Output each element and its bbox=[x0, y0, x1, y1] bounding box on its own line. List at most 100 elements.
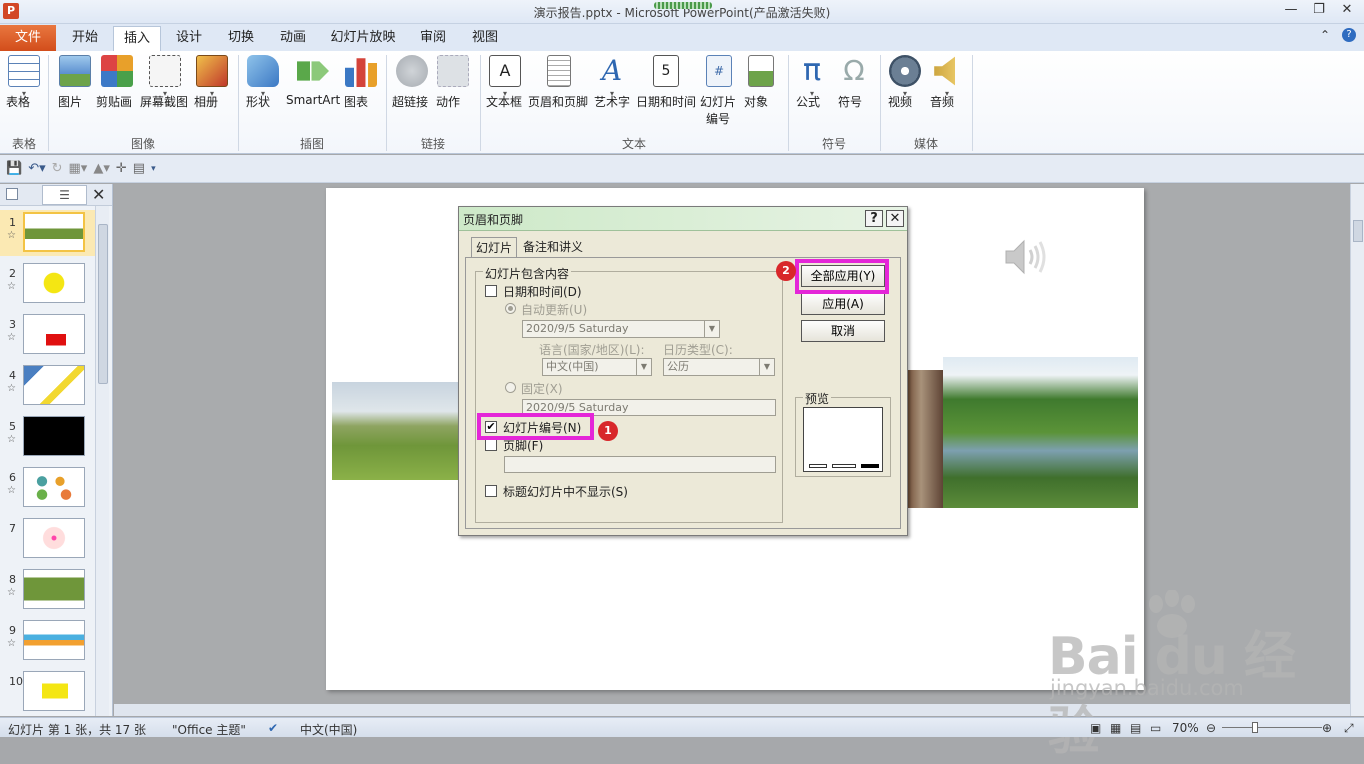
tab-transitions[interactable]: 切换 bbox=[220, 26, 262, 51]
redo-icon[interactable]: ↻ bbox=[52, 161, 63, 176]
date-time-button[interactable]: 5 日期和时间 bbox=[636, 55, 696, 109]
slide-count: 幻灯片 第 1 张，共 17 张 bbox=[8, 723, 146, 737]
apply-button[interactable]: 应用(A) bbox=[801, 293, 885, 315]
outline-tab-icon[interactable]: ☰ bbox=[42, 185, 87, 205]
crop-icon[interactable]: ✛ bbox=[116, 161, 127, 176]
slides-tab-icon[interactable] bbox=[6, 188, 18, 200]
zoom-out-icon[interactable]: ⊖ bbox=[1206, 721, 1216, 735]
minimize-icon[interactable]: — bbox=[1282, 2, 1300, 17]
photo-album-button[interactable]: 相册 ▾ bbox=[194, 55, 230, 109]
close-panel-icon[interactable]: ✕ bbox=[92, 185, 105, 204]
tab-home[interactable]: 开始 bbox=[63, 26, 107, 51]
close-dialog-icon[interactable]: ✕ bbox=[886, 210, 904, 227]
tab-insert[interactable]: 插入 bbox=[113, 26, 161, 51]
close-window-icon[interactable]: ✕ bbox=[1338, 2, 1356, 17]
include-on-slide-label: 幻灯片包含内容 bbox=[483, 265, 572, 282]
picture-icon bbox=[59, 55, 91, 87]
building-photo[interactable] bbox=[906, 370, 944, 508]
table-button[interactable]: 表格 ▾ bbox=[6, 55, 42, 109]
language-status[interactable]: 中文(中国) bbox=[300, 721, 357, 738]
undo-icon[interactable]: ↶▾ bbox=[28, 161, 45, 176]
slide-thumbnail[interactable]: 7 bbox=[0, 516, 95, 562]
format-icon[interactable]: ▦▾ bbox=[69, 161, 88, 176]
tab-view[interactable]: 视图 bbox=[464, 26, 506, 51]
action-button[interactable]: 动作 bbox=[436, 55, 470, 109]
hyperlink-button[interactable]: 超链接 bbox=[392, 55, 432, 109]
clipart-button[interactable]: 剪贴画 bbox=[96, 55, 138, 109]
align-icon[interactable]: ▲▾ bbox=[93, 161, 110, 176]
wordart-button[interactable]: A 艺术字 ▾ bbox=[594, 55, 630, 110]
tab-file[interactable]: 文件 bbox=[0, 25, 56, 51]
tab-design[interactable]: 设计 bbox=[168, 26, 210, 51]
river-photo[interactable] bbox=[943, 357, 1138, 508]
date-time-icon: 5 bbox=[653, 55, 679, 87]
object-button[interactable]: 对象 bbox=[744, 55, 778, 109]
zoom-slider[interactable] bbox=[1222, 727, 1322, 728]
zoom-slider-thumb[interactable] bbox=[1252, 722, 1258, 733]
equation-button[interactable]: π 公式 ▾ bbox=[796, 53, 828, 110]
textbox-button[interactable]: A 文本框 ▾ bbox=[486, 55, 524, 109]
restore-icon[interactable]: ❐ bbox=[1310, 2, 1328, 17]
hide-on-title-checkbox[interactable] bbox=[485, 485, 497, 497]
slide-thumbnail[interactable]: 9 ☆ bbox=[0, 618, 95, 664]
zoom-level[interactable]: 70% bbox=[1172, 721, 1199, 735]
calendar-select[interactable]: 公历 ▼ bbox=[663, 358, 775, 376]
audio-button[interactable]: 音频 ▾ bbox=[930, 55, 964, 109]
landscape-photo-left[interactable] bbox=[332, 382, 460, 480]
help-icon[interactable]: ? bbox=[1342, 28, 1356, 42]
footer-checkbox[interactable] bbox=[485, 439, 497, 451]
tab-slideshow[interactable]: 幻灯片放映 bbox=[326, 26, 400, 51]
footer-input[interactable] bbox=[504, 456, 776, 473]
equation-icon: π bbox=[802, 53, 822, 88]
cancel-button[interactable]: 取消 bbox=[801, 320, 885, 342]
thumbnail-scrollbar[interactable] bbox=[95, 206, 109, 716]
symbol-button[interactable]: Ω 符号 bbox=[838, 55, 870, 110]
slide-number-icon: # bbox=[706, 55, 732, 87]
grid-icon[interactable]: ▤ bbox=[133, 161, 145, 176]
help-button[interactable]: ? bbox=[865, 210, 883, 227]
picture-button[interactable]: 图片 bbox=[58, 55, 92, 109]
spellcheck-icon[interactable]: ✔ bbox=[268, 721, 278, 735]
date-time-label: 日期和时间(D) bbox=[503, 285, 582, 299]
slide-thumbnail[interactable]: 3 ☆ bbox=[0, 312, 95, 358]
workspace-scrollbar[interactable] bbox=[1350, 184, 1364, 716]
baidu-watermark: Bai du 经验 jingyan.baidu.com bbox=[1048, 590, 1308, 762]
tab-review[interactable]: 审阅 bbox=[412, 26, 454, 51]
step-badge-2: 2 bbox=[776, 261, 796, 281]
auto-update-radio[interactable] bbox=[505, 303, 516, 314]
tab-notes-handouts[interactable]: 备注和讲义 bbox=[519, 237, 587, 258]
slide-number-button[interactable]: # 幻灯片 编号 bbox=[700, 55, 738, 126]
smartart-icon bbox=[297, 61, 329, 81]
slide-thumbnail[interactable]: 4 ☆ bbox=[0, 363, 95, 409]
header-footer-button[interactable]: 页眉和页脚 bbox=[528, 55, 590, 109]
slide-thumbnail[interactable]: 2 ☆ bbox=[0, 261, 95, 307]
fixed-radio[interactable] bbox=[505, 382, 516, 393]
zoom-in-icon[interactable]: ⊕ bbox=[1322, 721, 1332, 735]
video-button[interactable]: 视频 ▾ bbox=[888, 55, 922, 109]
auto-update-select[interactable]: 2020/9/5 Saturday ▼ bbox=[522, 320, 720, 338]
date-time-checkbox[interactable] bbox=[485, 285, 497, 297]
chart-button[interactable]: 图表 bbox=[344, 55, 378, 109]
group-label-table: 表格 bbox=[11, 137, 36, 151]
tab-animations[interactable]: 动画 bbox=[272, 26, 314, 51]
customize-toolbar-icon[interactable]: ▾ bbox=[151, 164, 156, 174]
smartart-button[interactable]: SmartArt bbox=[286, 55, 340, 107]
slide-thumbnail[interactable]: 6 ☆ bbox=[0, 465, 95, 511]
slide-thumbnail[interactable]: 10 bbox=[0, 669, 95, 715]
group-label-symbols: 符号 bbox=[821, 137, 846, 151]
slide-thumbnail[interactable]: 1 ☆ bbox=[0, 210, 95, 256]
tab-slide[interactable]: 幻灯片 bbox=[471, 237, 518, 258]
slide-thumbnail[interactable]: 8 ☆ bbox=[0, 567, 95, 613]
reading-view-icon[interactable]: ▤ bbox=[1130, 721, 1141, 735]
collapse-ribbon-icon[interactable]: ⌃ bbox=[1320, 28, 1330, 42]
screenshot-button[interactable]: 屏幕截图 ▾ bbox=[140, 55, 190, 109]
normal-view-icon[interactable]: ▣ bbox=[1090, 721, 1101, 735]
slide-sorter-icon[interactable]: ▦ bbox=[1110, 721, 1121, 735]
fit-to-window-icon[interactable]: ⤢ bbox=[1344, 721, 1354, 736]
shapes-button[interactable]: 形状 ▾ bbox=[246, 55, 280, 109]
language-select[interactable]: 中文(中国) ▼ bbox=[542, 358, 652, 376]
speaker-icon[interactable] bbox=[1004, 238, 1048, 276]
slide-thumbnail[interactable]: 5 ☆ bbox=[0, 414, 95, 460]
save-icon[interactable]: 💾 bbox=[6, 161, 22, 176]
slideshow-view-icon[interactable]: ▭ bbox=[1150, 721, 1161, 735]
